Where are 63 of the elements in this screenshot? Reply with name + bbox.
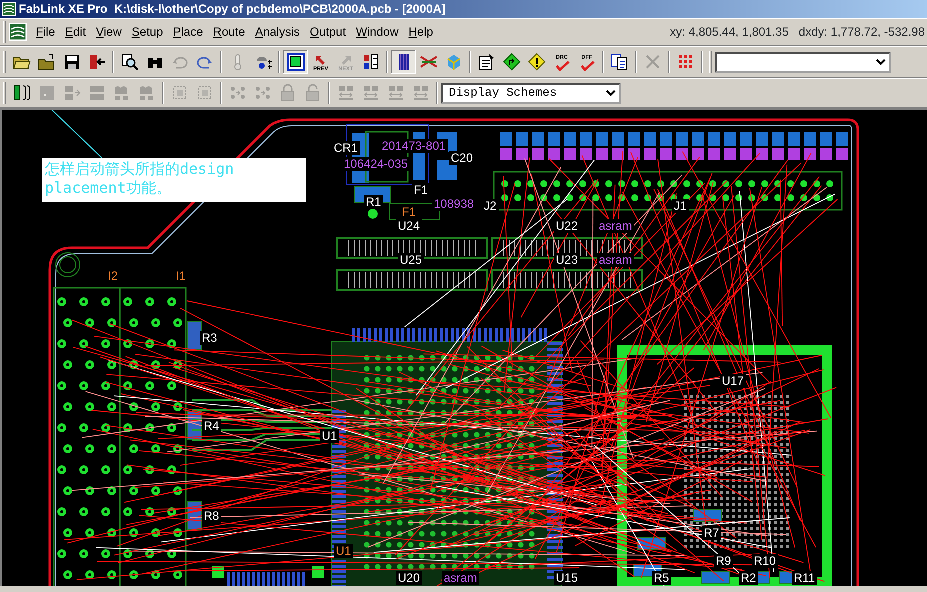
component-label: asram: [597, 253, 634, 267]
component-label: 201473-801: [380, 139, 448, 153]
diamond-arrow-icon[interactable]: [502, 53, 520, 71]
menu-item[interactable]: Edit: [60, 23, 92, 41]
menu-item[interactable]: Output: [305, 23, 352, 41]
dropdown[interactable]: [715, 52, 891, 72]
component-label: R2: [739, 571, 758, 585]
component-label: R4: [202, 419, 222, 433]
component-label: CR1: [332, 141, 360, 155]
component-label: U22: [554, 219, 580, 233]
layer-bars-button[interactable]: [391, 50, 416, 74]
menu-item[interactable]: View: [91, 23, 127, 41]
display-schemes-dropdown[interactable]: Display Schemes: [441, 82, 621, 104]
component-label: J2: [482, 199, 499, 213]
menu-item[interactable]: Place: [168, 23, 208, 41]
component-label: R1: [364, 195, 384, 209]
app-logo-icon: [2, 2, 16, 16]
menu-item[interactable]: Route: [208, 23, 250, 41]
menu-item[interactable]: Setup: [126, 23, 168, 41]
component-label: I2: [106, 269, 120, 283]
component-label: F1: [412, 183, 430, 197]
annotation-note: 怎样启动箭头所指的design placement功能。: [42, 158, 306, 202]
component-label: U15: [554, 571, 580, 585]
numbered-blocks-icon[interactable]: [362, 53, 380, 71]
menu-item[interactable]: Analysis: [250, 23, 306, 41]
plug-bracket-icon[interactable]: [12, 84, 30, 102]
component-label: J1: [672, 199, 689, 213]
component-label: U1: [320, 429, 340, 443]
document-icon: [9, 23, 27, 41]
component-label: 106424-035: [342, 157, 410, 171]
cursor-coordinates: xy: 4,805.44, 1,801.35 dxdy: 1,778.72, -532.98: [670, 24, 926, 41]
component-label: R9: [714, 554, 734, 568]
warning-icon[interactable]: [528, 53, 546, 71]
exit-door-icon[interactable]: [88, 53, 106, 71]
dot-grid-icon[interactable]: [676, 53, 694, 71]
magnifier-icon[interactable]: [120, 53, 138, 71]
properties-icon[interactable]: [478, 53, 496, 71]
component-label: R10: [752, 554, 778, 568]
component-label: U1: [334, 544, 354, 558]
component-label: U23: [554, 253, 580, 267]
component-label: C20: [449, 151, 476, 165]
component-label: asram: [597, 219, 634, 233]
component-label: R3: [200, 331, 220, 345]
component-label: U17: [720, 374, 746, 388]
component-label: R11: [792, 571, 818, 585]
component-label: U24: [396, 219, 422, 233]
copy-icon[interactable]: [610, 53, 628, 71]
component-label: U25: [398, 253, 424, 267]
folder-icon[interactable]: [38, 53, 56, 71]
component-label: R5: [652, 571, 672, 585]
component-label: 108938: [432, 197, 476, 211]
framed-square-button[interactable]: [283, 50, 308, 74]
component-label: R7: [702, 526, 722, 540]
component-label: asram: [442, 571, 480, 585]
component-label: U20: [396, 571, 422, 585]
window-title: FabLink XE Pro K:\disk-l\other\Copy of pcbdemo\PCB\2000A.pcb - [2000A]: [19, 1, 446, 18]
menu-item[interactable]: Help: [404, 23, 438, 41]
component-label: F1: [400, 205, 418, 219]
framed-square-icon[interactable]: [286, 53, 304, 71]
component-label: I1: [174, 269, 188, 283]
menu-item[interactable]: Window: [351, 23, 404, 41]
menu-item[interactable]: File: [31, 23, 60, 41]
component-label: R8: [202, 509, 222, 523]
